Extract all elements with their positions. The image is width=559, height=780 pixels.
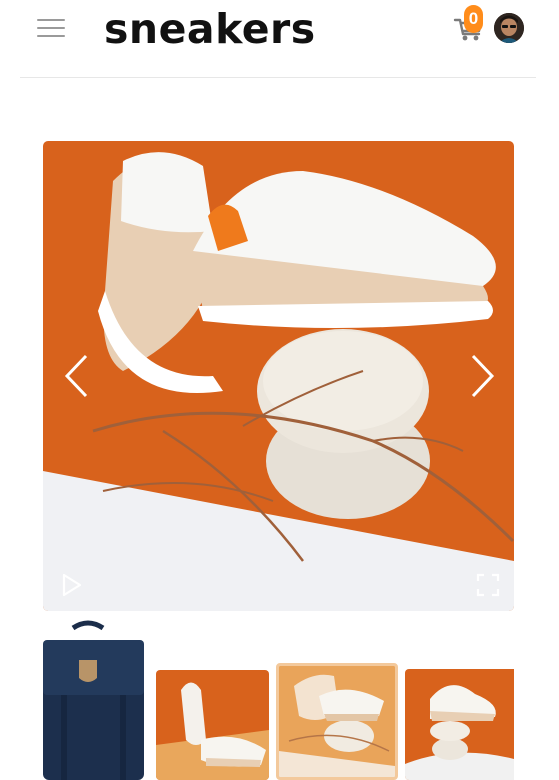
brand-logo[interactable]: sneakers xyxy=(104,3,316,55)
user-avatar[interactable] xyxy=(494,13,524,43)
product-main-image xyxy=(43,141,514,611)
chevron-left-icon[interactable] xyxy=(62,353,92,399)
thumbnail-sneaker-side[interactable] xyxy=(156,670,269,780)
thumbnail-backpack[interactable] xyxy=(43,620,144,780)
fullscreen-icon[interactable] xyxy=(475,572,501,598)
top-bar: sneakers 0 xyxy=(0,0,559,78)
thumbnail-sneaker-stack[interactable] xyxy=(405,669,514,780)
header-divider xyxy=(20,77,536,78)
hamburger-icon[interactable] xyxy=(37,17,65,39)
chevron-right-icon[interactable] xyxy=(467,353,497,399)
cart-count-badge: 0 xyxy=(464,5,483,33)
thumbnail-sneakers-stones[interactable] xyxy=(276,663,398,780)
play-icon[interactable] xyxy=(58,572,84,598)
thumbnail-strip xyxy=(43,615,514,780)
